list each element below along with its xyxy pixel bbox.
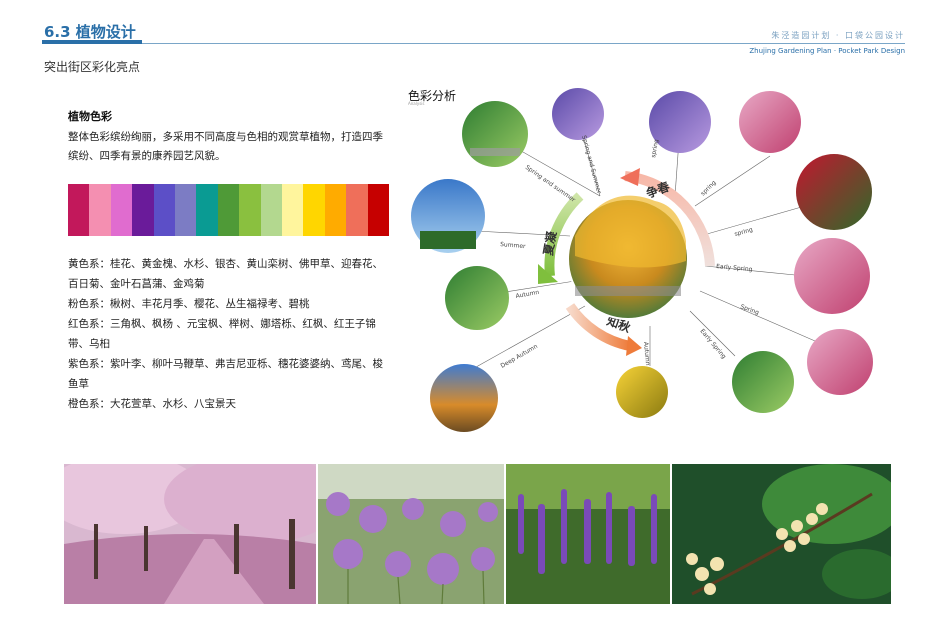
label-spring-and-summer-1: Spring and summer (524, 164, 577, 204)
photo-autumn-lane (445, 266, 509, 330)
photo-verbena-field (318, 464, 504, 604)
photo-pink-shrub (807, 329, 873, 395)
spring-arrow-icon (620, 168, 640, 186)
label-autumn-2: Autumn (515, 289, 540, 300)
color-swatch-5 (175, 184, 197, 236)
color-swatch-10 (282, 184, 304, 236)
color-swatch-3 (132, 184, 154, 236)
color-swatch-12 (324, 184, 347, 236)
brand-cn: 朱泾造园计划 · 口袋公园设计 (771, 31, 905, 40)
photo-cherry-blossom (794, 238, 870, 314)
header-accent-bar (42, 40, 142, 44)
color-group-yellow: 黄色系：桂花、黄金槐、水杉、银杏、黄山栾树、佛甲草、迎春花、百日菊、金叶石菖蒲、… (68, 258, 383, 290)
color-group-list: 黄色系：桂花、黄金槐、水杉、银杏、黄山栾树、佛甲草、迎春花、百日菊、金叶石菖蒲、… (68, 254, 390, 414)
label-spring-2: spring (699, 179, 717, 197)
color-swatch-8 (239, 184, 261, 236)
color-swatch-14 (367, 184, 390, 236)
photo-veronica-spikes (506, 464, 670, 604)
season-summer-label: 夏凝 (540, 229, 559, 256)
color-group-purple: 紫色系：紫叶李、柳叶马鞭草、弗吉尼亚栎、穗花婆婆纳、鸢尾、梭鱼草 (68, 358, 383, 390)
color-swatch-2 (110, 184, 133, 236)
photo-iris (552, 88, 604, 140)
page-subtitle: 突出街区彩化亮点 (44, 60, 141, 74)
label-early-spring-1: Early Spring (716, 263, 753, 273)
plant-color-heading: 植物色彩 (68, 110, 112, 123)
color-swatch-11 (303, 184, 325, 236)
autumn-arrow-icon (626, 336, 642, 356)
color-swatch-0 (68, 184, 90, 236)
header-divider (142, 43, 905, 44)
label-spring-and-summer-2: Spring and Summer (580, 135, 602, 195)
photo-green-avenue (462, 101, 528, 167)
color-group-pink: 粉色系：楸树、丰花月季、樱花、丛生福禄考、碧桃 (68, 298, 310, 310)
color-group-red: 红色系：三角枫、枫杨 、元宝枫、榉树、娜塔栎、红枫、红王子锦带、乌桕 (68, 318, 376, 350)
photo-deep-autumn (430, 364, 498, 432)
color-swatch-4 (153, 184, 176, 236)
photo-red-blossom (796, 154, 872, 230)
photo-early-spring-garden (732, 351, 794, 413)
page-title: 6.3 植物设计 (44, 23, 136, 41)
brand-en: Zhujing Gardening Plan · Pocket Park Des… (749, 47, 905, 55)
photo-cherry-tunnel (64, 464, 316, 604)
plant-color-intro: 整体色彩缤纷绚丽，多采用不同高度与色相的观赏草植物，打造四季缤纷、四季有景的康养… (68, 131, 383, 162)
label-deep-autumn: Deep Autumn (500, 343, 540, 370)
photo-pink-bloom (739, 91, 801, 153)
photo-yellow-forsythia (616, 366, 668, 418)
color-swatch-9 (260, 184, 283, 236)
photo-osmanthus (672, 464, 891, 604)
label-autumn-1: Autumn (642, 342, 651, 366)
color-swatch-1 (89, 184, 111, 236)
label-summer: Summer (500, 241, 527, 250)
label-spring-4: Spring (739, 303, 760, 316)
color-swatch-7 (217, 184, 240, 236)
color-swatch-13 (346, 184, 368, 236)
label-spring-1: spring (650, 139, 660, 159)
color-swatch-6 (196, 184, 218, 236)
label-spring-3: spring (734, 226, 754, 238)
color-swatch-bar (68, 184, 390, 236)
color-group-orange: 橙色系：大花萱草、水杉、八宝景天 (68, 398, 236, 410)
season-color-wheel: 争春 夏凝 知秋 Spring and summer Spring and Su… (411, 88, 873, 432)
